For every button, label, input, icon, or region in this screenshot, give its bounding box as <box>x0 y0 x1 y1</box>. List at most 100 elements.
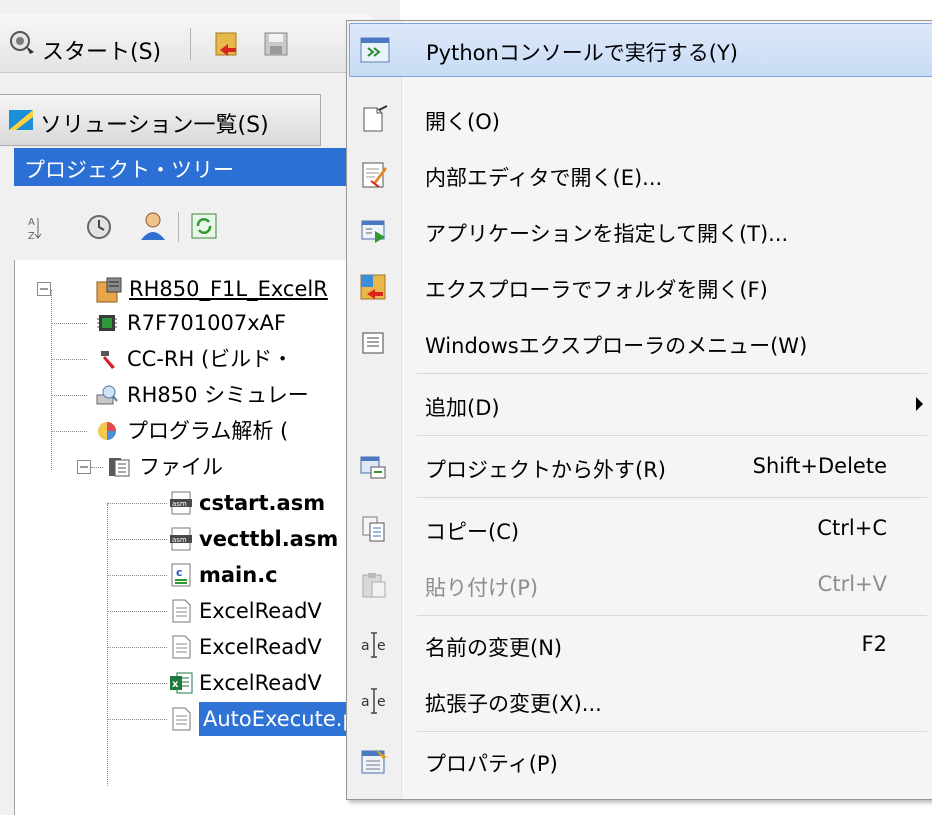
tree-node-label: cstart.asm <box>199 491 326 515</box>
tree-line <box>91 467 103 468</box>
simulator-icon <box>96 385 118 405</box>
tree-line <box>51 359 87 360</box>
clock-icon[interactable] <box>84 212 114 242</box>
menu-item-run-python-console[interactable]: Pythonコンソールで実行する(Y) <box>349 23 932 77</box>
tree-node-label: main.c <box>199 563 278 587</box>
open-icon <box>363 105 388 132</box>
menu-separator <box>417 731 927 732</box>
background-strip <box>400 0 932 22</box>
sort-az-icon[interactable]: A Z <box>22 214 46 242</box>
menu-item-open-internal-editor[interactable]: 内部エディタで開く(E)... <box>349 149 931 201</box>
tree-line <box>107 539 167 540</box>
menu-separator <box>417 615 927 616</box>
solution-icon <box>9 110 33 130</box>
tree-node-label: ExcelReadV <box>199 671 322 695</box>
remove-from-project-icon <box>360 456 386 479</box>
menu-item-open-with-application[interactable]: アプリケーションを指定して開く(T)... <box>349 205 931 257</box>
solution-list-tab[interactable]: ソリューション一覧(S) <box>0 94 321 146</box>
properties-icon <box>361 749 387 774</box>
tree-node-microcontroller[interactable]: R7F701007xAF <box>51 306 391 340</box>
menu-item-shortcut: Shift+Delete <box>752 454 887 478</box>
menu-item-change-extension[interactable]: a e 拡張子の変更(X)... <box>349 675 931 727</box>
svg-text:asm: asm <box>172 536 187 544</box>
menu-separator <box>417 435 927 436</box>
windows-menu-icon <box>362 332 384 354</box>
project-icon <box>96 277 122 303</box>
menu-item-label: 追加(D) <box>425 396 500 420</box>
paste-icon <box>362 573 386 598</box>
svg-text:e: e <box>377 694 386 710</box>
start-button[interactable]: スタート(S) <box>42 34 161 66</box>
user-icon[interactable] <box>138 210 168 242</box>
hammer-icon <box>101 351 115 369</box>
tree-line <box>51 395 87 396</box>
tree-node-label: ファイル <box>139 455 223 479</box>
internal-editor-icon <box>362 162 387 188</box>
start-icon[interactable] <box>8 28 36 56</box>
tree-node-program-analysis[interactable]: プログラム解析 ( <box>51 414 391 448</box>
toolbar-separator <box>190 28 191 60</box>
menu-item-open[interactable]: 開く(O) <box>349 93 931 145</box>
menu-item-label: プロジェクトから外す(R) <box>425 458 666 482</box>
collapse-icon[interactable] <box>37 282 51 296</box>
tree-line <box>107 683 167 684</box>
text-file-icon <box>172 599 191 623</box>
explorer-folder-icon <box>360 274 386 300</box>
menu-item-shortcut: Ctrl+C <box>817 516 887 540</box>
rename-icon: a e <box>361 632 386 658</box>
excel-file-icon: x <box>170 672 193 694</box>
menu-item-properties[interactable]: プロパティ(P) <box>349 735 931 787</box>
tree-node-label: RH850 シミュレー <box>127 383 309 407</box>
menu-item-add[interactable]: 追加(D) <box>349 379 931 431</box>
menu-item-copy[interactable]: コピー(C) Ctrl+C <box>349 503 931 555</box>
menu-item-shortcut: Ctrl+V <box>817 572 887 596</box>
menu-item-label: 貼り付け(P) <box>425 576 539 600</box>
project-tree-title: プロジェクト・ツリー <box>24 158 234 182</box>
tree-node-debug-tool[interactable]: RH850 シミュレー <box>51 378 391 412</box>
tree-line <box>107 503 167 504</box>
tree-node-project[interactable]: RH850_F1L_ExcelR <box>37 272 397 306</box>
svg-text:e: e <box>377 638 386 654</box>
svg-text:Z: Z <box>28 231 35 242</box>
text-file-icon <box>172 707 191 731</box>
menu-item-open-folder-in-explorer[interactable]: エクスプローラでフォルダを開く(F) <box>349 261 931 313</box>
text-file-icon <box>172 635 191 659</box>
project-name: RH850_F1L_ExcelR <box>129 277 328 301</box>
tree-node-label: CC-RH (ビルド・ <box>127 347 294 371</box>
tree-node-label: R7F701007xAF <box>127 311 287 335</box>
menu-item-label: プロパティ(P) <box>425 752 558 776</box>
tree-line <box>107 611 167 612</box>
menu-item-windows-explorer-menu[interactable]: Windowsエクスプローラのメニュー(W) <box>349 317 931 369</box>
pt-toolbar-separator <box>178 212 179 242</box>
tree-node-label: プログラム解析 ( <box>127 419 289 443</box>
menu-item-label: 開く(O) <box>425 110 500 134</box>
menu-item-rename[interactable]: a e 名前の変更(N) F2 <box>349 619 931 671</box>
menu-item-remove-from-project[interactable]: プロジェクトから外す(R) Shift+Delete <box>349 441 931 493</box>
menu-separator <box>417 373 927 374</box>
menu-item-label: エクスプローラでフォルダを開く(F) <box>425 278 768 302</box>
svg-text:A: A <box>28 217 35 228</box>
copy-icon <box>362 516 385 542</box>
collapse-icon[interactable] <box>77 460 91 474</box>
asm-file-icon: asm <box>170 527 192 551</box>
menu-item-paste[interactable]: 貼り付け(P) Ctrl+V <box>349 559 931 611</box>
tree-node-label: vecttbl.asm <box>199 527 339 551</box>
open-project-icon[interactable] <box>214 30 242 58</box>
tree-line <box>107 575 167 576</box>
svg-text:a: a <box>361 638 370 654</box>
menu-item-label: アプリケーションを指定して開く(T)... <box>425 222 789 246</box>
tree-line <box>51 431 87 432</box>
svg-text:asm: asm <box>172 500 187 508</box>
folder-icon <box>109 458 130 477</box>
svg-text:c: c <box>176 566 183 579</box>
tree-node-build-tool[interactable]: CC-RH (ビルド・ <box>51 342 391 376</box>
tree-node-label: ExcelReadV <box>199 635 322 659</box>
change-extension-icon: a e <box>361 688 386 714</box>
refresh-icon[interactable] <box>190 212 218 240</box>
menu-separator <box>417 497 927 498</box>
tree-line <box>51 323 87 324</box>
tree-line <box>107 719 167 720</box>
save-icon[interactable] <box>262 30 290 58</box>
project-tree: RH850_F1L_ExcelR R7F701007xAF CC-RH (ビルド… <box>14 260 401 815</box>
chip-icon <box>97 315 117 331</box>
